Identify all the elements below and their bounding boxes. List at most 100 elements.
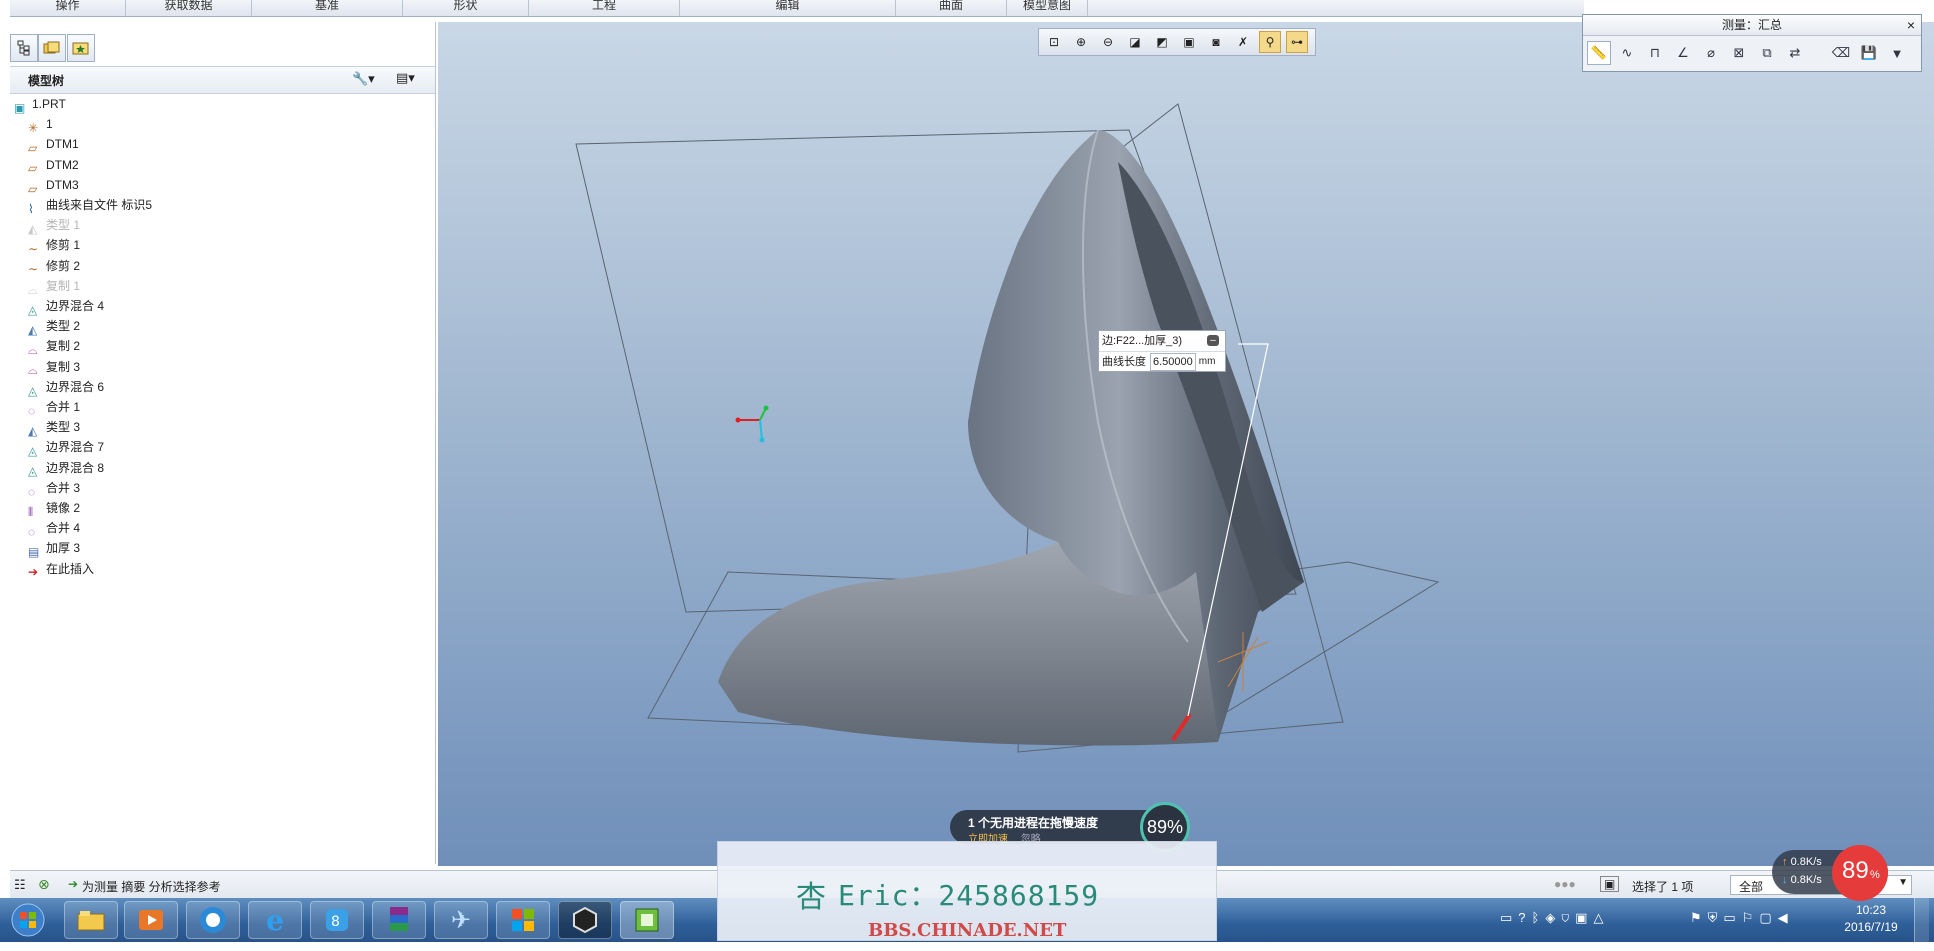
tree-item[interactable]: ⌓ 复制 1 [28,276,80,297]
menu-datum[interactable]: 基准 [252,0,403,16]
area-icon[interactable]: ⊠ [1727,41,1751,65]
distance-icon[interactable]: ⊓ [1643,41,1667,65]
spin-center-toggle-icon[interactable]: ⚲ [1259,31,1281,53]
tree-columns-icon[interactable]: ▤▾ [396,70,415,86]
creo-app-icon[interactable] [620,901,674,939]
tree-item[interactable]: ▣ 1.PRT [14,94,66,115]
tray-shield-icon[interactable]: ⛉ [1561,910,1575,925]
tree-item-label: DTM2 [46,157,79,172]
tree-item[interactable]: ◬ 边界混合 8 [28,458,104,479]
winrar-icon[interactable] [372,901,426,939]
favorites-tab[interactable] [67,34,95,62]
explorer-icon[interactable] [64,901,118,939]
menu-surfaces[interactable]: 曲面 [896,0,1007,16]
tree-item[interactable]: ◬ 边界混合 4 [28,296,104,317]
selection-filter-icon[interactable]: ▣ [1600,876,1620,892]
clock[interactable]: 10:23 2016/7/19 [1836,902,1906,936]
datum-display-icon[interactable]: ✗ [1232,31,1254,53]
tray-app-icon[interactable]: ▣ [1575,910,1593,925]
tree-item[interactable]: ∼ 修剪 2 [28,256,80,277]
tray-shield2-icon[interactable]: ⛨ [1708,910,1724,925]
graphics-window[interactable] [438,22,1934,866]
diameter-icon[interactable]: ⌀ [1699,41,1723,65]
tree-item[interactable]: ∼ 修剪 1 [28,235,80,256]
tray-action-center-icon[interactable]: ⚐ [1742,910,1760,925]
speedup-toast[interactable]: 1 个无用进程在拖慢速度 立即加速 忽略 89% [950,802,1190,852]
tree-item[interactable]: ◭ 类型 2 [28,316,80,337]
menu-editing[interactable]: 编辑 [680,0,896,16]
hex-app-icon[interactable] [558,901,612,939]
tray-volume-icon[interactable]: ◀ [1778,910,1794,925]
tree-item[interactable]: ◌ 合并 3 [28,478,80,499]
bird-app-icon[interactable]: ✈ [434,901,488,939]
tree-settings-icon[interactable]: 🔧▾ [352,71,375,87]
saved-views-icon[interactable]: ▣ [1178,31,1200,53]
tree-item[interactable]: ◌ 合并 4 [28,518,80,539]
style-icon: ◭ [28,424,38,439]
tree-item[interactable]: ⌓ 复制 3 [28,357,80,378]
close-icon[interactable]: × [1907,15,1915,35]
cpu-usage-badge[interactable]: 89 % [1832,845,1888,901]
tray-battery-icon[interactable]: ▭ [1723,910,1741,925]
tree-item[interactable]: ◌ 合并 1 [28,397,80,418]
transform-icon[interactable]: ⇄ [1783,41,1807,65]
tree-item[interactable]: ▱ DTM3 [28,175,79,196]
show-desktop-button[interactable] [1914,898,1929,942]
zoom-in-icon[interactable]: ⊕ [1070,31,1092,53]
model-tree-tab[interactable] [10,34,38,62]
menu-get-data[interactable]: 获取数据 [126,0,252,16]
tray-bluetooth-icon[interactable]: ᛒ [1532,910,1546,925]
zoom-out-icon[interactable]: ⊖ [1097,31,1119,53]
tree-item[interactable]: ✳ 1 [28,114,53,135]
tray-network-icon[interactable]: ▭ [1500,910,1518,925]
menu-model-intent[interactable]: 模型意图 [1007,0,1088,16]
measure-summary-icon[interactable]: 📏 [1587,41,1611,65]
model-tree-toggle-icon[interactable]: ☷ [14,877,26,893]
menu-shapes[interactable]: 形状 [403,0,529,16]
start-orb-icon[interactable] [6,901,50,939]
angle-icon[interactable]: ∠ [1671,41,1695,65]
tree-item[interactable]: ➔ 在此插入 [28,559,94,580]
display-style-icon[interactable]: ◩ [1151,31,1173,53]
annotation-display-icon[interactable]: ⊶ [1286,31,1308,53]
tiles-app-icon[interactable] [496,901,550,939]
tree-item[interactable]: ◭ 类型 1 [28,215,80,236]
tree-item[interactable]: ⌓ 复制 2 [28,336,80,357]
tree-item[interactable]: ⫴ 镜像 2 [28,498,80,519]
cloud-app-icon[interactable] [186,901,240,939]
tray-security-icon[interactable]: ◈ [1545,910,1561,925]
tray-monitor-icon[interactable]: ▢ [1759,910,1777,925]
more-icon[interactable]: ▼ [1885,41,1909,65]
web-browser-toggle-icon[interactable]: ⊗ [38,876,50,893]
app-icon[interactable]: 8 [310,901,364,939]
repaint-icon[interactable]: ◪ [1124,31,1146,53]
menu-engineering[interactable]: 工程 [529,0,680,16]
save-icon[interactable]: 💾 [1857,41,1881,65]
tray-flag-icon[interactable]: ⚑ [1690,910,1708,925]
measure-annotation[interactable]: 边:F22...加厚_3) – 曲线长度 6.50000 mm [1098,330,1226,372]
folder-browser-tab[interactable] [38,34,66,62]
volume-icon[interactable]: ⧉ [1755,41,1779,65]
media-player-icon[interactable] [124,901,178,939]
refit-icon[interactable]: ⊡ [1043,31,1065,53]
length-icon[interactable]: ∿ [1615,41,1639,65]
tree-item[interactable]: ▤ 加厚 3 [28,538,80,559]
tree-item[interactable]: ▱ DTM2 [28,155,79,176]
internet-explorer-icon[interactable]: e [248,901,302,939]
tree-item[interactable]: ⌇ 曲线来自文件 标识5 [28,195,152,216]
measure-dialog-title: 测量：汇总 [1721,18,1782,32]
collapse-icon[interactable]: – [1207,335,1219,346]
tree-item[interactable]: ◬ 边界混合 7 [28,437,104,458]
tree-item[interactable]: ▱ DTM1 [28,134,79,155]
tray-triangle-icon[interactable]: △ [1593,910,1609,925]
model-viewport-canvas[interactable] [438,22,1934,866]
tree-item[interactable]: ◭ 类型 3 [28,417,80,439]
tree-item-label: 1 [46,117,53,132]
menu-operations[interactable]: 操作 [10,0,126,16]
tree-item[interactable]: ◬ 边界混合 6 [28,377,104,398]
cpu-usage-value: 89 [1842,857,1869,884]
status-message: 为测量 摘要 分析选择参考 [82,880,221,894]
tray-help-icon[interactable]: ? [1518,910,1531,925]
view-manager-icon[interactable]: ◙ [1205,31,1227,53]
eraser-icon[interactable]: ⌫ [1829,41,1853,65]
